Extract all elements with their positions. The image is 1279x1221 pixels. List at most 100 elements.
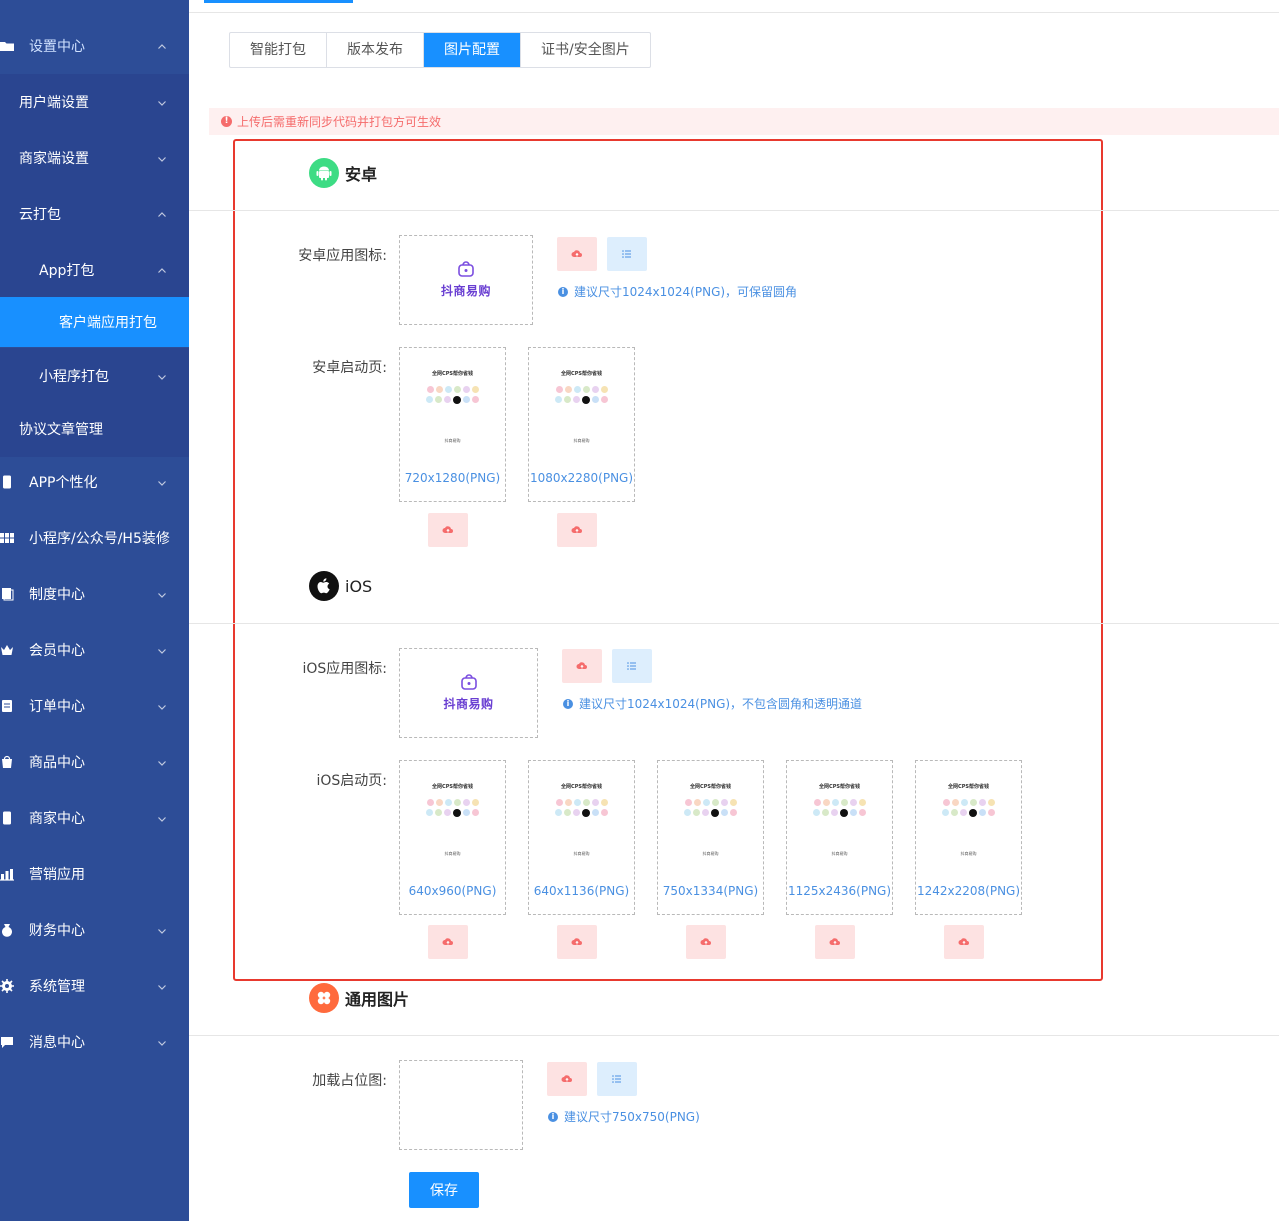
splash-preview: 全网CPS帮你省钱 抖商易购 bbox=[400, 779, 505, 869]
tab-image-config[interactable]: 图片配置 bbox=[424, 33, 521, 67]
upload-button[interactable] bbox=[557, 925, 597, 959]
splash-dots bbox=[529, 386, 634, 393]
splash-size-label: 1080x2280(PNG) bbox=[529, 471, 634, 485]
splash-dot bbox=[730, 809, 737, 816]
upload-button[interactable] bbox=[428, 513, 468, 547]
splash-dot bbox=[849, 799, 857, 806]
sidebar-item-1[interactable]: 用户端设置 bbox=[0, 74, 189, 130]
splash-dot bbox=[564, 396, 571, 403]
splash-dot bbox=[987, 799, 995, 806]
sidebar-item-15[interactable]: 营销应用 bbox=[0, 846, 189, 902]
splash-upload-box[interactable]: 全网CPS帮你省钱 抖商易购 640x960(PNG) bbox=[399, 760, 506, 915]
chevron-down-icon bbox=[157, 756, 167, 766]
sidebar-item-label: APP个性化 bbox=[29, 475, 98, 491]
list-icon bbox=[627, 662, 636, 670]
ios-icon-upload-box[interactable]: 抖商易购 bbox=[399, 648, 538, 738]
splash-dot bbox=[813, 799, 821, 806]
warning-alert: ! 上传后需重新同步代码并打包方可生效 bbox=[209, 108, 1279, 135]
apple-icon bbox=[309, 571, 339, 601]
splash-dot bbox=[960, 799, 968, 806]
upload-button[interactable] bbox=[557, 513, 597, 547]
splash-upload-box[interactable]: 全网CPS帮你省钱 抖商易购 720x1280(PNG) bbox=[399, 347, 506, 502]
splash-dot bbox=[435, 396, 442, 403]
upload-button[interactable] bbox=[815, 925, 855, 959]
sidebar-item-4[interactable]: App打包 bbox=[0, 242, 189, 298]
splash-upload-box[interactable]: 全网CPS帮你省钱 抖商易购 750x1334(PNG) bbox=[657, 760, 764, 915]
ios-divider bbox=[189, 623, 1279, 624]
tiktok-icon bbox=[582, 396, 590, 404]
splash-dot bbox=[444, 799, 452, 806]
sidebar-item-18[interactable]: 消息中心 bbox=[0, 1014, 189, 1070]
chevron-down-icon bbox=[157, 1036, 167, 1046]
splash-title: 全网CPS帮你省钱 bbox=[561, 784, 602, 790]
upload-button[interactable] bbox=[557, 237, 597, 271]
splash-title: 全网CPS帮你省钱 bbox=[819, 784, 860, 790]
splash-dot bbox=[951, 809, 958, 816]
splash-dots bbox=[787, 809, 892, 817]
sidebar-item-17[interactable]: 系统管理 bbox=[0, 958, 189, 1014]
android-icon-upload-box[interactable]: 抖商易购 bbox=[399, 235, 533, 325]
splash-dot bbox=[600, 386, 608, 393]
splash-preview: 全网CPS帮你省钱 抖商易购 bbox=[787, 779, 892, 869]
chat-icon bbox=[0, 1035, 14, 1049]
crown-icon bbox=[0, 643, 14, 657]
placeholder-label: 加载占位图: bbox=[312, 1073, 387, 1089]
splash-upload-box[interactable]: 全网CPS帮你省钱 抖商易购 1080x2280(PNG) bbox=[528, 347, 635, 502]
splash-dot bbox=[435, 799, 443, 806]
info-icon: i bbox=[563, 698, 573, 709]
splash-brand: 抖商易购 bbox=[573, 851, 590, 856]
tab-version-release[interactable]: 版本发布 bbox=[327, 33, 424, 67]
sidebar-item-13[interactable]: 商品中心 bbox=[0, 734, 189, 790]
save-button[interactable]: 保存 bbox=[409, 1172, 479, 1208]
sidebar-item-10[interactable]: 制度中心 bbox=[0, 566, 189, 622]
sidebar-item-label: 订单中心 bbox=[29, 699, 85, 715]
splash-dots bbox=[658, 799, 763, 806]
splash-upload-box[interactable]: 全网CPS帮你省钱 抖商易购 1242x2208(PNG) bbox=[915, 760, 1022, 915]
splash-brand: 抖商易购 bbox=[831, 851, 848, 856]
splash-title: 全网CPS帮你省钱 bbox=[561, 371, 602, 377]
select-from-library-button[interactable] bbox=[612, 649, 652, 683]
sidebar-item-0[interactable]: 设置中心 bbox=[0, 18, 189, 74]
sidebar-item-6[interactable]: 小程序打包 bbox=[0, 348, 189, 404]
sidebar-item-9[interactable]: 小程序/公众号/H5装修 bbox=[0, 510, 189, 566]
chevron-down-icon bbox=[157, 812, 167, 822]
select-from-library-button[interactable] bbox=[607, 237, 647, 271]
sidebar-item-7[interactable]: 协议文章管理 bbox=[0, 401, 189, 457]
splash-dot bbox=[721, 809, 728, 816]
sidebar-item-14[interactable]: 商家中心 bbox=[0, 790, 189, 846]
upload-button[interactable] bbox=[686, 925, 726, 959]
sidebar-item-label: 客户端应用打包 bbox=[59, 315, 157, 331]
sidebar-item-3[interactable]: 云打包 bbox=[0, 186, 189, 242]
sidebar-item-16[interactable]: 财务中心 bbox=[0, 902, 189, 958]
upload-button[interactable] bbox=[428, 925, 468, 959]
sidebar-item-5[interactable]: 客户端应用打包 bbox=[0, 297, 189, 347]
upload-button[interactable] bbox=[562, 649, 602, 683]
chevron-down-icon bbox=[157, 644, 167, 654]
splash-dot bbox=[435, 386, 443, 393]
app-logo: 抖商易购 bbox=[400, 673, 537, 712]
select-from-library-button[interactable] bbox=[597, 1062, 637, 1096]
tab-smart-packaging[interactable]: 智能打包 bbox=[230, 33, 327, 67]
warning-text: 上传后需重新同步代码并打包方可生效 bbox=[237, 115, 442, 129]
money-bag-icon bbox=[0, 923, 14, 937]
splash-upload-box[interactable]: 全网CPS帮你省钱 抖商易购 640x1136(PNG) bbox=[528, 760, 635, 915]
splash-size-label: 1125x2436(PNG) bbox=[787, 884, 892, 898]
cloud-upload-icon bbox=[700, 938, 711, 945]
sidebar-item-11[interactable]: 会员中心 bbox=[0, 622, 189, 678]
upload-button[interactable] bbox=[547, 1062, 587, 1096]
common-title-text: 通用图片 bbox=[345, 990, 410, 1009]
splash-title: 全网CPS帮你省钱 bbox=[948, 784, 989, 790]
tab-certificate[interactable]: 证书/安全图片 bbox=[521, 33, 650, 67]
splash-dot bbox=[702, 809, 709, 816]
sidebar-item-12[interactable]: 订单中心 bbox=[0, 678, 189, 734]
common-section-title: 通用图片 bbox=[309, 983, 409, 1013]
splash-upload-box[interactable]: 全网CPS帮你省钱 抖商易购 1125x2436(PNG) bbox=[786, 760, 893, 915]
placeholder-upload-box[interactable] bbox=[399, 1060, 523, 1150]
upload-button[interactable] bbox=[944, 925, 984, 959]
sidebar-item-label: 制度中心 bbox=[29, 587, 85, 603]
sidebar-item-2[interactable]: 商家端设置 bbox=[0, 130, 189, 186]
chart-icon bbox=[0, 867, 14, 881]
sidebar-item-8[interactable]: APP个性化 bbox=[0, 454, 189, 510]
splash-dot bbox=[582, 799, 590, 806]
splash-title: 全网CPS帮你省钱 bbox=[432, 784, 473, 790]
